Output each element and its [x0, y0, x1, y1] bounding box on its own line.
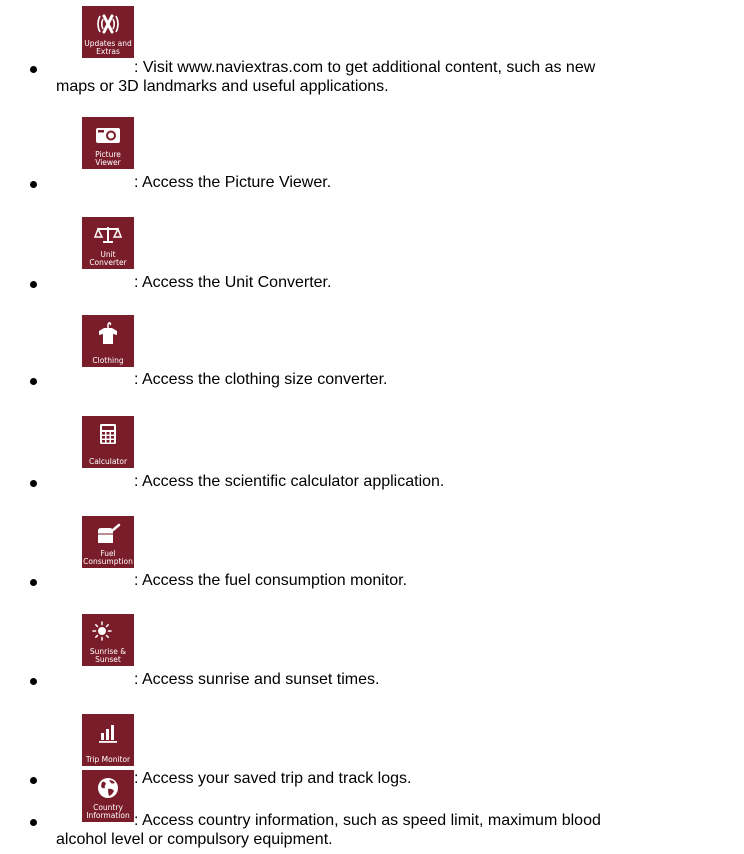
- bullet: [30, 678, 37, 685]
- bullet: [30, 181, 37, 188]
- bullet: [30, 777, 37, 784]
- picture-viewer-tile[interactable]: Picture Viewer: [82, 117, 134, 169]
- sun-moon-icon: [82, 618, 134, 646]
- item-description: : Access the fuel consumption monitor.: [134, 572, 408, 589]
- sunrise-sunset-tile[interactable]: Sunrise & Sunset: [82, 614, 134, 666]
- tile-label: Updates and Extras: [84, 39, 132, 56]
- shirt-on-hanger-icon: [82, 319, 134, 347]
- bullet: [30, 579, 37, 586]
- item-description: : Access the Picture Viewer.: [134, 174, 332, 191]
- globe-icon: [82, 774, 134, 802]
- trip-monitor-tile[interactable]: Trip Monitor: [82, 714, 134, 766]
- tile-label: Sunrise & Sunset: [89, 647, 127, 664]
- camera-icon: [82, 121, 134, 149]
- unit-converter-tile[interactable]: Unit Converter: [82, 217, 134, 269]
- item-description: : Access the Unit Converter.: [134, 274, 332, 291]
- item-description: : Access your saved trip and track logs.: [134, 770, 412, 787]
- calculator-icon: [82, 420, 134, 448]
- bullet: [30, 480, 37, 487]
- bullet: [30, 378, 37, 385]
- item-description: : Access the clothing size converter.: [134, 371, 388, 388]
- item-description: : Access sunrise and sunset times.: [134, 671, 380, 688]
- tile-label: Trip Monitor: [85, 755, 131, 764]
- tile-label: Calculator: [88, 457, 128, 466]
- item-description: : Visit www.naviextras.com to get additi…: [134, 59, 596, 76]
- item-description: : Access country information, such as sp…: [134, 812, 601, 829]
- tile-label: Clothing: [92, 356, 124, 365]
- tile-label: Picture Viewer: [95, 150, 121, 167]
- bullet: [30, 66, 37, 73]
- fuel-consumption-tile[interactable]: Fuel Consumption: [82, 516, 134, 568]
- calculator-tile[interactable]: Calculator: [82, 416, 134, 468]
- tile-label: Country Information: [86, 803, 130, 820]
- bullet: [30, 281, 37, 288]
- updates-extras-tile[interactable]: Updates and Extras: [82, 6, 134, 58]
- bullet: [30, 819, 37, 826]
- clothing-tile[interactable]: Clothing: [82, 315, 134, 367]
- tile-label: Fuel Consumption: [83, 549, 133, 566]
- item-description-continued: maps or 3D landmarks and useful applicat…: [56, 78, 389, 95]
- item-description: : Access the scientific calculator appli…: [134, 473, 445, 490]
- fuel-can-icon: [82, 520, 134, 548]
- bar-chart-icon: [82, 718, 134, 746]
- country-information-tile[interactable]: Country Information: [82, 770, 134, 822]
- scales-icon: [82, 221, 134, 249]
- updates-extras-icon: [82, 10, 134, 38]
- tile-label: Unit Converter: [89, 250, 127, 267]
- item-description-continued: alcohol level or compulsory equipment.: [56, 831, 333, 848]
